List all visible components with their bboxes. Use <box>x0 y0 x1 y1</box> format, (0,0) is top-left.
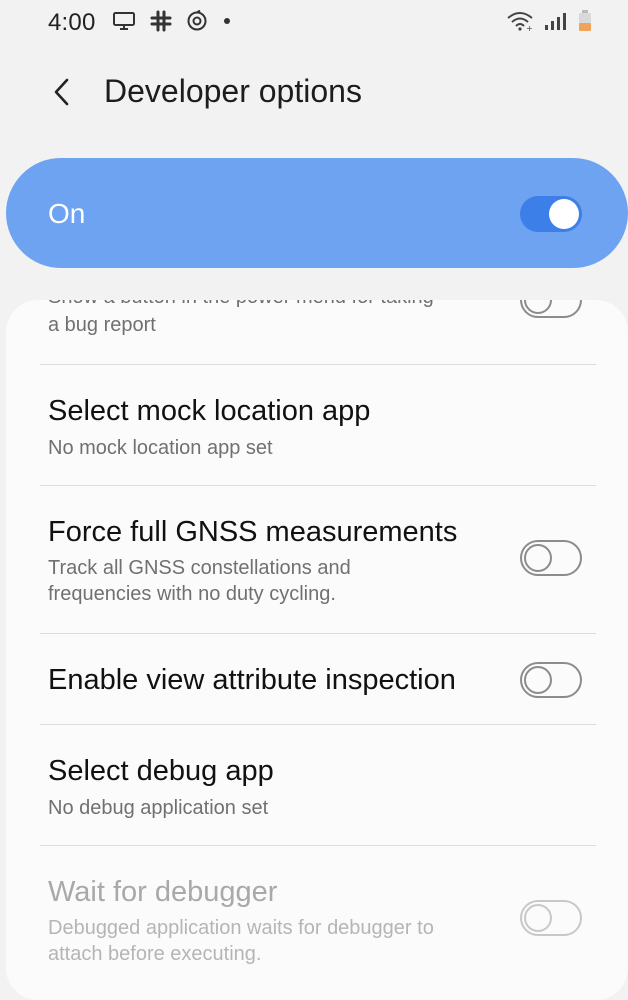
gnss-toggle[interactable] <box>520 540 582 576</box>
toggle-knob <box>524 300 552 314</box>
back-chevron-icon <box>52 77 72 107</box>
setting-subtitle: Track all GNSS constellations and freque… <box>48 557 351 605</box>
setting-title: Force full GNSS measurements <box>48 516 458 548</box>
view-attribute-toggle[interactable] <box>520 662 582 698</box>
setting-subtitle-line: a bug report <box>48 314 156 336</box>
status-bar: 4:00 + <box>0 0 628 44</box>
setting-wait-for-debugger[interactable]: Wait for debugger Debugged application w… <box>6 846 628 996</box>
signal-icon <box>544 11 568 31</box>
app-bar: Developer options <box>0 60 628 124</box>
setting-title: Select mock location app <box>48 395 371 427</box>
setting-subtitle-line: Show a button in the power menu for taki… <box>48 300 434 310</box>
toggle-knob <box>524 544 552 572</box>
master-toggle[interactable] <box>520 196 582 232</box>
wait-for-debugger-toggle[interactable] <box>520 900 582 936</box>
toggle-knob <box>549 199 579 229</box>
settings-list: Show a button in the power menu for taki… <box>6 300 628 1000</box>
setting-enable-view-attribute-inspection[interactable]: Enable view attribute inspection <box>6 634 628 724</box>
screen-icon <box>112 11 136 31</box>
setting-title: Enable view attribute inspection <box>48 664 456 696</box>
setting-subtitle: Debugged application waits for debugger … <box>48 917 434 965</box>
toggle-knob <box>524 904 552 932</box>
status-system-icons: + <box>506 10 592 32</box>
setting-title: Select debug app <box>48 755 274 787</box>
battery-icon <box>578 10 592 32</box>
setting-bug-report-shortcut[interactable]: Show a button in the power menu for taki… <box>6 300 628 364</box>
setting-title: Wait for debugger <box>48 876 278 908</box>
master-switch-label: On <box>48 198 86 229</box>
setting-select-mock-location-app[interactable]: Select mock location app No mock locatio… <box>6 365 628 485</box>
status-time: 4:00 <box>48 9 96 36</box>
page-title: Developer options <box>104 73 362 109</box>
svg-text:+: + <box>526 24 533 32</box>
dot-icon <box>222 16 232 26</box>
developer-options-master-switch[interactable]: On <box>6 158 628 268</box>
setting-force-full-gnss[interactable]: Force full GNSS measurements Track all G… <box>6 486 628 633</box>
slack-icon <box>150 10 172 32</box>
back-button[interactable] <box>44 74 80 110</box>
status-notification-icons <box>112 10 232 32</box>
setting-select-debug-app[interactable]: Select debug app No debug application se… <box>6 725 628 845</box>
bug-report-toggle[interactable] <box>520 300 582 318</box>
sync-icon <box>186 10 208 32</box>
wifi-icon: + <box>506 10 534 32</box>
toggle-knob <box>524 666 552 694</box>
setting-subtitle: No mock location app set <box>48 437 273 459</box>
setting-subtitle: No debug application set <box>48 797 269 819</box>
